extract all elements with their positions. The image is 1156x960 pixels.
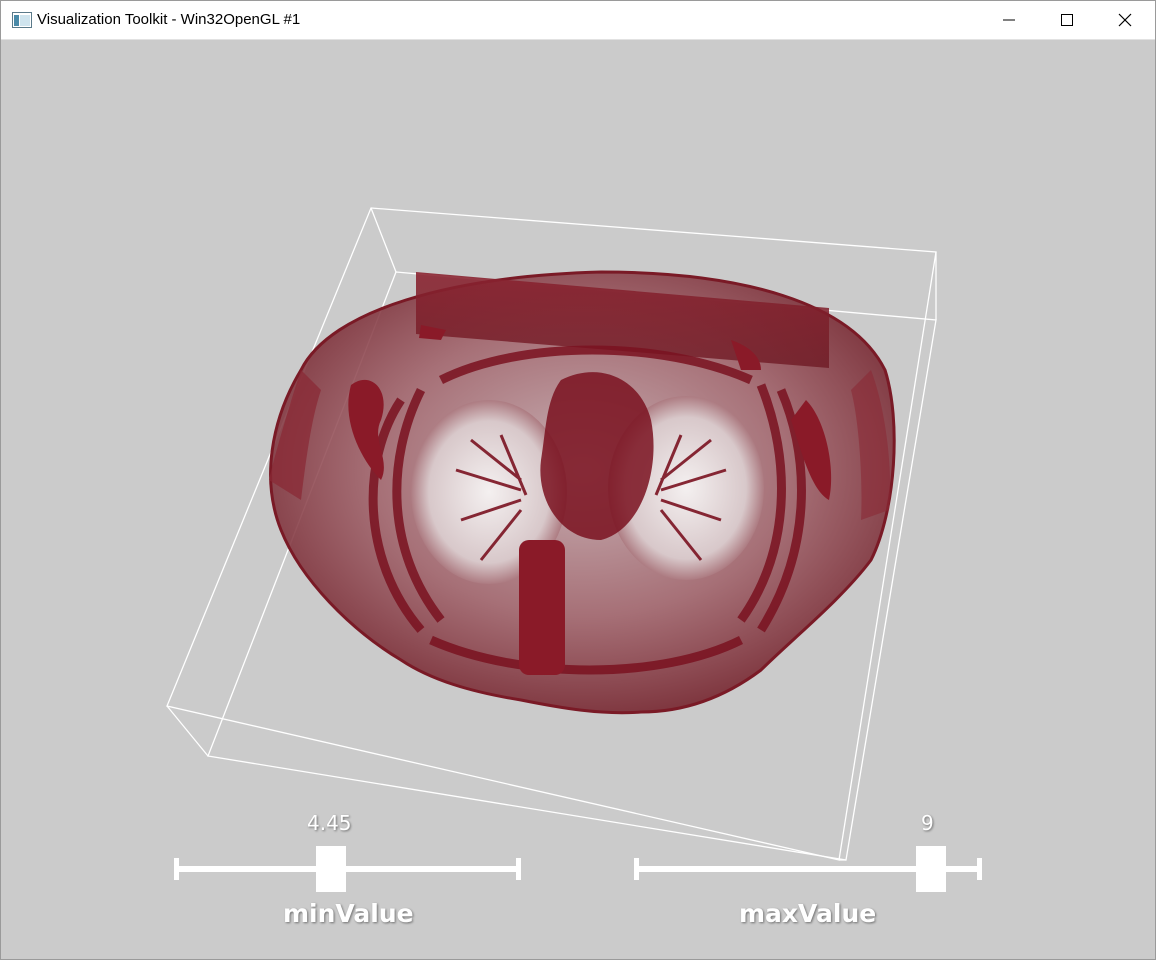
min-slider-track[interactable] [175,866,519,872]
max-slider-left-cap [634,858,639,880]
minimize-icon [1003,19,1015,21]
chest-volume [269,270,896,715]
max-slider-title: maxValue [739,899,877,928]
close-button[interactable] [1096,1,1154,39]
render-viewport[interactable]: 4.45 minValue 9 maxValue [1,40,1155,959]
window-title: Visualization Toolkit - Win32OpenGL #1 [37,11,301,28]
min-slider-right-cap [516,858,521,880]
vtk-window-icon [12,12,32,28]
minimize-button[interactable] [980,1,1038,39]
maximize-button[interactable] [1038,1,1096,39]
vtk-window: Visualization Toolkit - Win32OpenGL #1 4… [0,0,1156,960]
min-slider-value: 4.45 [307,811,352,835]
max-value-slider[interactable] [631,840,987,900]
volume-rendering-scene[interactable] [1,40,1155,959]
max-slider-value: 9 [921,811,934,835]
close-icon [1118,13,1132,27]
maximize-icon [1061,14,1073,26]
min-slider-left-cap [174,858,179,880]
title-bar[interactable]: Visualization Toolkit - Win32OpenGL #1 [1,1,1155,40]
min-value-slider[interactable] [171,840,525,900]
max-slider-right-cap [977,858,982,880]
min-slider-title: minValue [283,899,414,928]
max-slider-handle[interactable] [916,846,946,892]
min-slider-handle[interactable] [316,846,346,892]
